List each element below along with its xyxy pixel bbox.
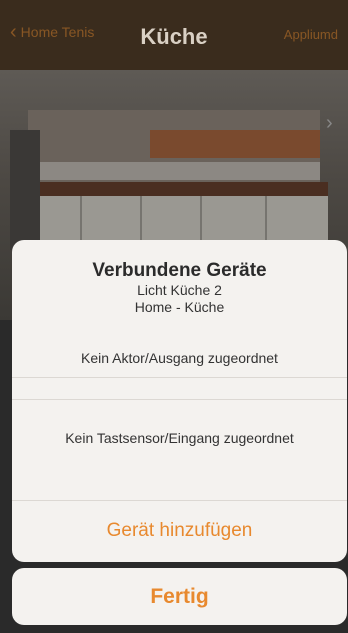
chevron-right-icon: › xyxy=(326,112,333,134)
nav-right-button[interactable]: Appliumd xyxy=(284,27,338,42)
divider xyxy=(12,377,347,378)
photo-countertop xyxy=(18,182,328,196)
divider xyxy=(12,500,347,501)
device-location: Home - Küche xyxy=(134,299,225,315)
screen: ‹ Home Tenis Küche Appliumd › Verbundene… xyxy=(0,0,348,633)
connected-devices-sheet: Verbundene Geräte Licht Küche 2 Home - K… xyxy=(12,240,347,562)
sensor-status: Kein Tastsensor/Eingang zugeordnet xyxy=(65,430,294,446)
done-button[interactable]: Fertig xyxy=(12,568,347,625)
actor-status: Kein Aktor/Ausgang zugeordnet xyxy=(81,350,278,366)
navigation-bar: ‹ Home Tenis Küche Appliumd xyxy=(0,0,348,70)
sheet-title: Verbundene Geräte xyxy=(92,260,267,281)
photo-upper-cabinet xyxy=(150,130,320,158)
photo-shelf xyxy=(10,130,40,250)
divider xyxy=(12,399,347,400)
device-name: Licht Küche 2 xyxy=(137,282,222,298)
sheet-header: Verbundene Geräte Licht Küche 2 Home - K… xyxy=(12,240,347,316)
add-device-button[interactable]: Gerät hinzufügen xyxy=(12,510,347,552)
photo-backsplash xyxy=(40,162,320,180)
